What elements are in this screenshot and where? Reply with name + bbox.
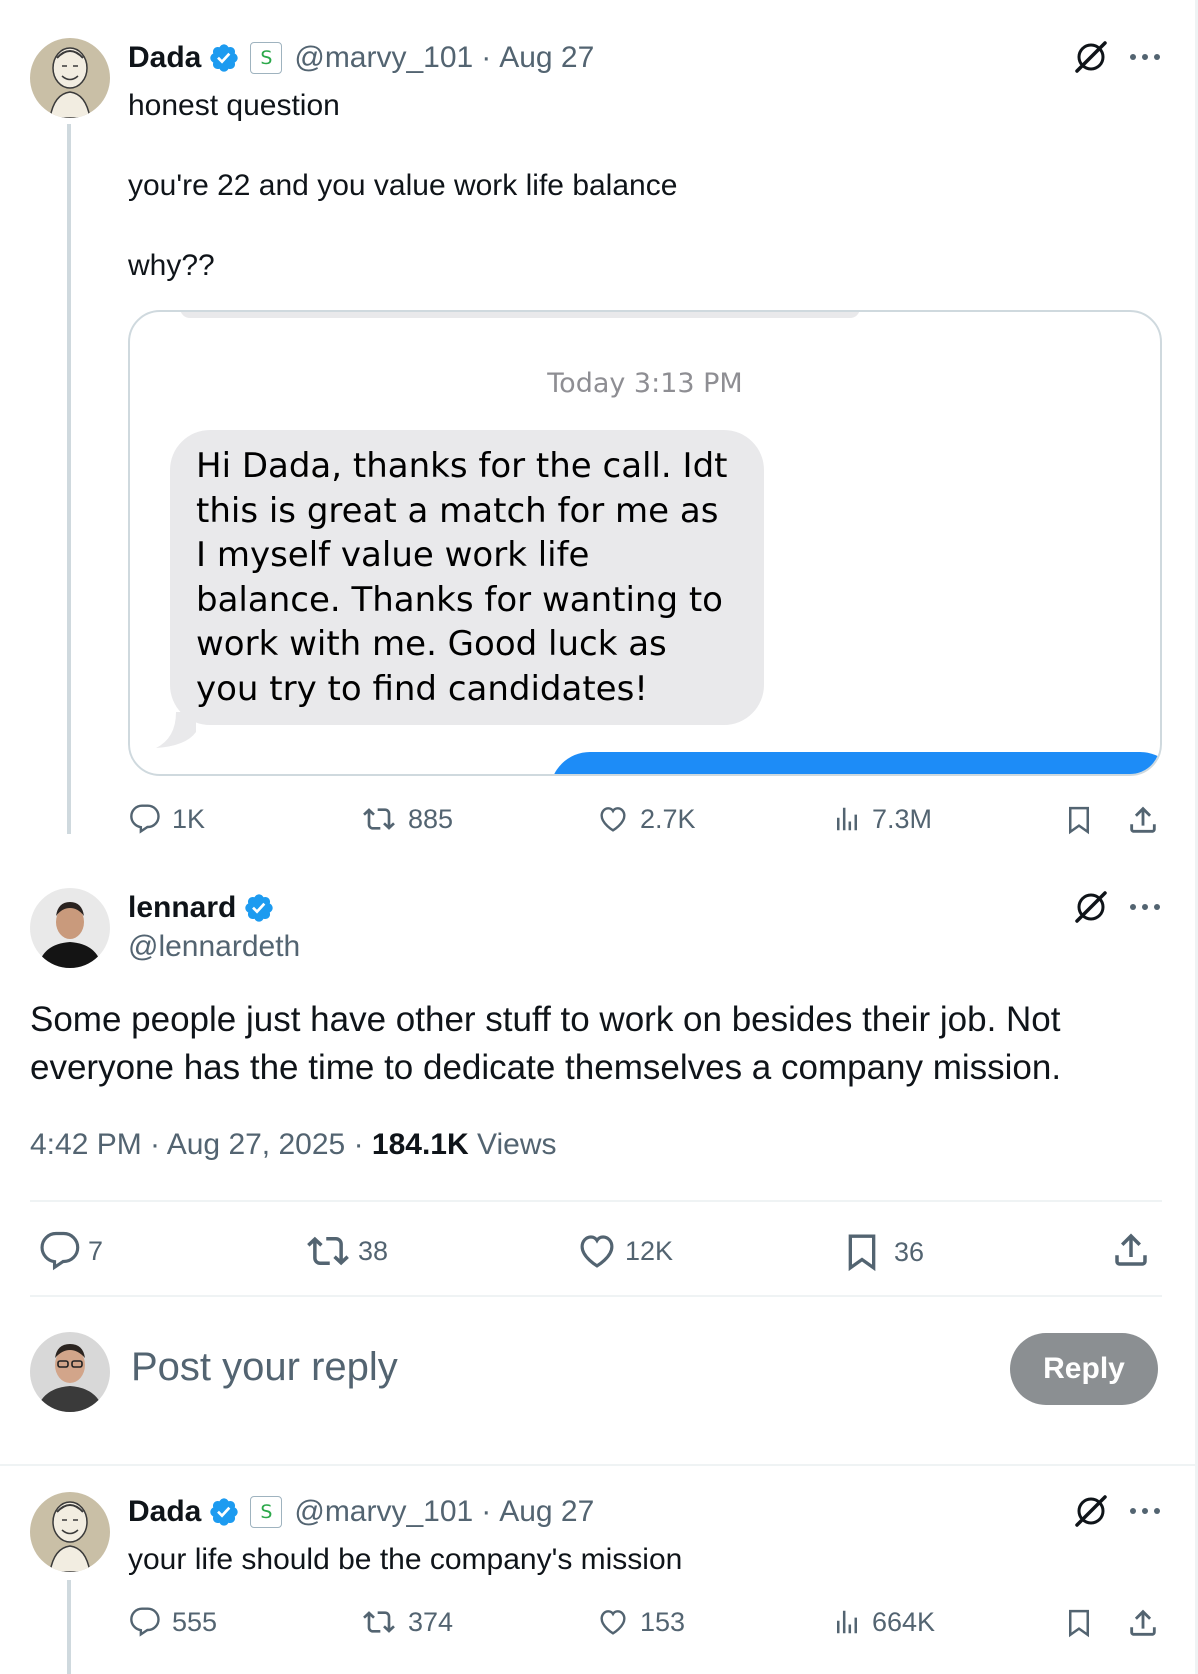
views-action[interactable]: 664K — [832, 1606, 935, 1638]
bubble-tail-icon — [156, 712, 196, 748]
more-icon[interactable] — [1128, 1496, 1162, 1531]
reply-count: 555 — [172, 1606, 218, 1637]
views-count: 7.3M — [872, 803, 933, 834]
avatar-dada[interactable] — [30, 38, 110, 118]
tweet-text-line-2: you're 22 and you value work life balanc… — [128, 169, 678, 202]
repost-action[interactable]: 885 — [360, 803, 453, 835]
views-count: 664K — [872, 1606, 936, 1637]
repost-icon — [363, 808, 395, 830]
repost-icon — [307, 1236, 349, 1266]
like-icon — [580, 1235, 614, 1268]
like-count: 2.7K — [640, 803, 696, 834]
attached-image[interactable]: Today 3:13 PM Hi Dada, thanks for the ca… — [128, 310, 1162, 776]
thread-line — [67, 124, 71, 834]
repost-icon — [363, 1611, 395, 1633]
author-handle[interactable]: @marvy_101 — [294, 41, 473, 75]
grok-icon[interactable] — [1072, 888, 1110, 931]
divider — [30, 1200, 1162, 1202]
grok-icon[interactable] — [1072, 38, 1110, 81]
author-handle[interactable]: @lennardeth — [128, 930, 300, 964]
avatar-dada[interactable] — [30, 1492, 110, 1572]
repost-action[interactable]: 374 — [360, 1606, 453, 1638]
views-count: 184.1K — [371, 1128, 469, 1161]
verified-badge-icon — [210, 44, 239, 72]
reply-action[interactable]: 555 — [128, 1606, 217, 1638]
author-name[interactable]: Dada — [128, 41, 201, 75]
like-action[interactable]: 2.7K — [596, 803, 696, 835]
tweet-text: your life should be the company's missio… — [128, 1543, 683, 1576]
like-count: 12K — [625, 1235, 674, 1266]
bookmark-icon[interactable] — [1064, 1606, 1094, 1645]
reply-icon — [130, 804, 160, 834]
repost-count: 885 — [408, 803, 454, 834]
reply-action[interactable]: 7 — [38, 1230, 103, 1272]
author-name[interactable]: Dada — [128, 1495, 201, 1529]
tweet-date[interactable]: Aug 27 — [499, 1495, 594, 1529]
share-icon[interactable] — [1126, 1606, 1160, 1645]
reply-icon — [40, 1231, 80, 1271]
views-icon — [837, 1610, 857, 1634]
views-label: Views — [477, 1128, 557, 1161]
avatar-current-user[interactable] — [30, 1332, 110, 1412]
dot-separator: · — [481, 1495, 492, 1528]
bookmark-icon — [848, 1234, 876, 1272]
tweet-text-line-1: honest question — [128, 89, 340, 122]
thread-line — [67, 1580, 71, 1674]
verified-badge-icon — [245, 894, 274, 922]
like-action[interactable]: 12K — [575, 1230, 673, 1272]
reply-button[interactable]: Reply — [1010, 1333, 1158, 1405]
divider — [30, 1295, 1162, 1297]
subscriber-s-icon: S — [250, 42, 283, 74]
tweet-meta: 4:42 PM · Aug 27, 2025 · 184.1K Views — [30, 1128, 557, 1162]
dot-separator: · — [353, 1128, 364, 1161]
reply-count: 1K — [172, 803, 206, 834]
verified-badge-icon — [210, 1498, 239, 1526]
views-action[interactable]: 7.3M — [832, 803, 932, 835]
tweet-date[interactable]: Aug 27 — [499, 41, 594, 75]
main-tweet-text: Some people just have other stuff to wor… — [30, 1000, 1062, 1087]
dot-separator: · — [481, 41, 492, 74]
author-handle[interactable]: @marvy_101 — [294, 1495, 473, 1529]
grok-icon[interactable] — [1072, 1492, 1110, 1535]
subscriber-s-icon: S — [250, 1496, 283, 1528]
message-bubble-previous — [180, 312, 860, 318]
sent-message-bubble — [550, 752, 1160, 774]
share-icon[interactable] — [1110, 1228, 1152, 1277]
reply-icon — [130, 1607, 160, 1637]
reply-count: 7 — [88, 1235, 104, 1266]
divider — [0, 1464, 1195, 1466]
bookmark-count: 36 — [894, 1236, 925, 1267]
tweet-header: Dada S @marvy_101 · Aug 27 — [128, 1492, 594, 1532]
avatar-lennard[interactable] — [30, 888, 110, 968]
reply-action[interactable]: 1K — [128, 803, 205, 835]
reply-input[interactable]: Post your reply — [131, 1345, 398, 1390]
tweet-text-line-3: why?? — [128, 249, 215, 282]
share-icon[interactable] — [1126, 803, 1160, 842]
like-icon — [600, 1610, 626, 1635]
tweet-header: Dada S @marvy_101 · Aug 27 — [128, 38, 594, 78]
more-icon[interactable] — [1128, 42, 1162, 77]
more-icon[interactable] — [1128, 892, 1162, 927]
bookmark-icon[interactable] — [1064, 803, 1094, 842]
author-name[interactable]: lennard — [128, 891, 236, 925]
repost-count: 38 — [358, 1235, 389, 1266]
imessage-timestamp: Today 3:13 PM — [547, 368, 743, 399]
repost-count: 374 — [408, 1606, 454, 1637]
like-count: 153 — [640, 1606, 686, 1637]
received-message-bubble: Hi Dada, thanks for the call. Idt this i… — [170, 430, 764, 725]
views-icon — [837, 807, 857, 831]
author-name-row: lennard — [128, 888, 275, 928]
tweet-timestamp[interactable]: 4:42 PM · Aug 27, 2025 — [30, 1128, 345, 1161]
like-action[interactable]: 153 — [596, 1606, 685, 1638]
like-icon — [600, 807, 626, 832]
bookmark-action[interactable]: 36 — [842, 1230, 924, 1274]
repost-action[interactable]: 38 — [304, 1230, 388, 1272]
